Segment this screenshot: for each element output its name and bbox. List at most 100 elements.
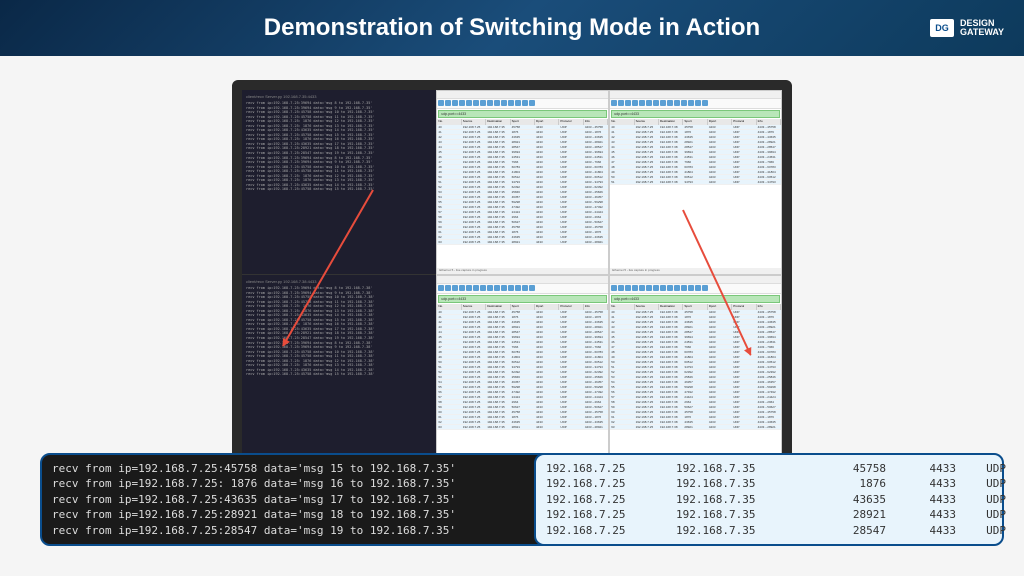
toolbar-button[interactable] <box>473 100 479 106</box>
wireshark-filter-input[interactable]: udp.port==4433 <box>438 295 607 303</box>
table-row[interactable]: 63192.168.7.25192.168.7.35289214433UDP44… <box>437 240 608 245</box>
wireshark-filter-input[interactable]: udp.port==4433 <box>611 110 780 118</box>
terminal-output: recv from ip=192.168.7.25:39694 data='ms… <box>246 101 432 192</box>
toolbar-button[interactable] <box>515 285 521 291</box>
toolbar-button[interactable] <box>681 100 687 106</box>
toolbar-button[interactable] <box>473 285 479 291</box>
table-row[interactable]: 63192.168.7.25192.168.7.35289214433UDP44… <box>437 425 608 430</box>
table-row: 192.168.7.25192.168.7.35285474433UDP <box>546 523 992 538</box>
toolbar-button[interactable] <box>438 100 444 106</box>
terminal-callout: recv from ip=192.168.7.25:45758 data='ms… <box>40 453 560 546</box>
table-row: 192.168.7.25192.168.7.35289214433UDP <box>546 507 992 522</box>
toolbar-button[interactable] <box>459 100 465 106</box>
wireshark-statusbar: Ethernet 5 - live capture in progress <box>437 268 608 274</box>
terminal-line: recv from ip=192.168.7.25: 1876 data='ms… <box>52 476 548 491</box>
terminal-pane-bottom[interactable]: client/recv Server.py 192.168.7.38:4433 … <box>242 275 436 460</box>
toolbar-button[interactable] <box>452 100 458 106</box>
toolbar-button[interactable] <box>653 100 659 106</box>
wireshark-filter-input[interactable]: udp.port==4433 <box>611 295 780 303</box>
toolbar-button[interactable] <box>501 100 507 106</box>
toolbar-button[interactable] <box>702 285 708 291</box>
wireshark-pane[interactable]: udp.port==4433 No.SourceDestinationSport… <box>436 90 609 275</box>
table-row[interactable]: 63192.168.7.25192.168.7.38289214433UDP44… <box>610 425 781 430</box>
toolbar-button[interactable] <box>618 285 624 291</box>
wireshark-menubar[interactable] <box>437 276 608 284</box>
toolbar-button[interactable] <box>611 100 617 106</box>
wireshark-pane[interactable]: udp.port==4433 No.SourceDestinationSport… <box>436 275 609 460</box>
toolbar-button[interactable] <box>487 100 493 106</box>
slide-header: Demonstration of Switching Mode in Actio… <box>0 0 1024 56</box>
toolbar-button[interactable] <box>508 285 514 291</box>
toolbar-button[interactable] <box>529 100 535 106</box>
toolbar-button[interactable] <box>688 100 694 106</box>
toolbar-button[interactable] <box>667 100 673 106</box>
wireshark-packet-list[interactable]: 40192.168.7.25192.168.7.35457584433UDP44… <box>437 310 608 453</box>
wireshark-menubar[interactable] <box>610 91 781 99</box>
table-row: 192.168.7.25192.168.7.35436354433UDP <box>546 492 992 507</box>
toolbar-button[interactable] <box>494 100 500 106</box>
wireshark-filter-input[interactable]: udp.port==4433 <box>438 110 607 118</box>
toolbar-button[interactable] <box>480 100 486 106</box>
toolbar-button[interactable] <box>695 100 701 106</box>
toolbar-button[interactable] <box>660 285 666 291</box>
wireshark-callout: 192.168.7.25192.168.7.35457584433UDP 192.… <box>534 453 1004 546</box>
toolbar-button[interactable] <box>438 285 444 291</box>
toolbar-button[interactable] <box>702 100 708 106</box>
toolbar-button[interactable] <box>632 285 638 291</box>
toolbar-button[interactable] <box>445 285 451 291</box>
wireshark-toolbar[interactable] <box>437 99 608 109</box>
logo-icon: DG <box>930 19 954 37</box>
toolbar-button[interactable] <box>660 100 666 106</box>
toolbar-button[interactable] <box>445 100 451 106</box>
wireshark-grid: udp.port==4433 No.SourceDestinationSport… <box>436 90 782 460</box>
toolbar-button[interactable] <box>611 285 617 291</box>
toolbar-button[interactable] <box>667 285 673 291</box>
terminal-line: recv from ip=192.168.7.25:28547 data='ms… <box>52 523 548 538</box>
toolbar-button[interactable] <box>466 100 472 106</box>
toolbar-button[interactable] <box>522 100 528 106</box>
toolbar-button[interactable] <box>674 285 680 291</box>
toolbar-button[interactable] <box>522 285 528 291</box>
toolbar-button[interactable] <box>618 100 624 106</box>
wireshark-pane[interactable]: udp.port==4433 No.SourceDestinationSport… <box>609 275 782 460</box>
wireshark-statusbar: Ethernet 5 - live capture in progress <box>610 268 781 274</box>
toolbar-button[interactable] <box>646 100 652 106</box>
wireshark-packet-list[interactable]: 40192.168.7.25192.168.7.38457584433UDP44… <box>610 310 781 453</box>
wireshark-toolbar[interactable] <box>610 99 781 109</box>
terminal-column: client/recv Server.py 192.168.7.35:4433 … <box>242 90 436 460</box>
toolbar-button[interactable] <box>480 285 486 291</box>
toolbar-button[interactable] <box>466 285 472 291</box>
monitor-screen: client/recv Server.py 192.168.7.35:4433 … <box>232 80 792 470</box>
toolbar-button[interactable] <box>639 100 645 106</box>
wireshark-pane[interactable]: udp.port==4433 No.SourceDestinationSport… <box>609 90 782 275</box>
toolbar-button[interactable] <box>688 285 694 291</box>
table-row: 192.168.7.25192.168.7.35457584433UDP <box>546 461 992 476</box>
toolbar-button[interactable] <box>625 100 631 106</box>
toolbar-button[interactable] <box>529 285 535 291</box>
toolbar-button[interactable] <box>487 285 493 291</box>
toolbar-button[interactable] <box>515 100 521 106</box>
toolbar-button[interactable] <box>681 285 687 291</box>
toolbar-button[interactable] <box>695 285 701 291</box>
toolbar-button[interactable] <box>632 100 638 106</box>
wireshark-menubar[interactable] <box>610 276 781 284</box>
wireshark-packet-list[interactable]: 40192.168.7.25192.168.7.35457584433UDP44… <box>437 125 608 268</box>
terminal-output: recv from ip=192.168.7.25:39694 data='ms… <box>246 286 432 377</box>
wireshark-toolbar[interactable] <box>437 284 608 294</box>
toolbar-button[interactable] <box>625 285 631 291</box>
toolbar-button[interactable] <box>501 285 507 291</box>
table-row[interactable]: 51192.168.7.25192.168.7.38347934433UDP44… <box>610 180 781 185</box>
terminal-line: recv from ip=192.168.7.25:43635 data='ms… <box>52 492 548 507</box>
slide-title: Demonstration of Switching Mode in Actio… <box>264 14 760 42</box>
toolbar-button[interactable] <box>452 285 458 291</box>
toolbar-button[interactable] <box>646 285 652 291</box>
toolbar-button[interactable] <box>653 285 659 291</box>
wireshark-menubar[interactable] <box>437 91 608 99</box>
toolbar-button[interactable] <box>494 285 500 291</box>
toolbar-button[interactable] <box>639 285 645 291</box>
toolbar-button[interactable] <box>459 285 465 291</box>
wireshark-toolbar[interactable] <box>610 284 781 294</box>
toolbar-button[interactable] <box>674 100 680 106</box>
wireshark-packet-list[interactable]: 40192.168.7.25192.168.7.38457584433UDP44… <box>610 125 781 268</box>
toolbar-button[interactable] <box>508 100 514 106</box>
